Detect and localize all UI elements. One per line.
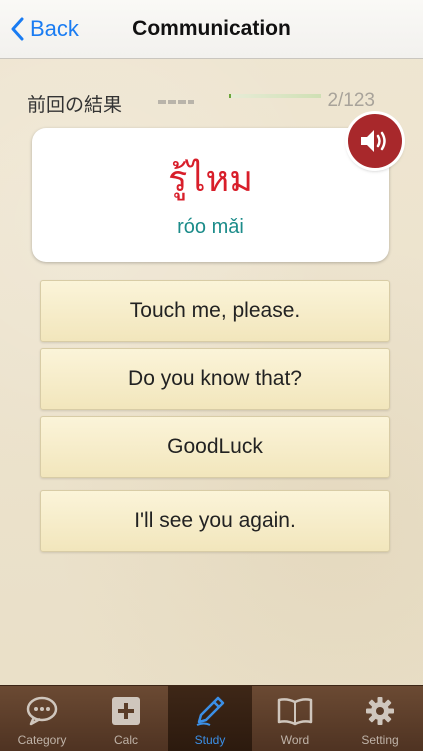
tab-setting[interactable]: Setting — [338, 686, 422, 751]
tab-word[interactable]: Word — [253, 686, 337, 751]
book-icon — [277, 698, 313, 726]
gear-icon — [366, 697, 394, 725]
romanization: róo mǎi — [177, 216, 244, 238]
tab-label: Category — [17, 733, 67, 747]
tab-label: Calc — [113, 733, 138, 747]
progress-bar — [229, 94, 321, 98]
play-audio-button[interactable] — [348, 114, 402, 168]
tab-category[interactable]: Category — [0, 686, 84, 751]
tab-label: Word — [280, 733, 310, 747]
plus-square-icon — [112, 697, 140, 725]
question-card: รู้ไหม róo mǎi — [32, 128, 389, 262]
answer-choice-4[interactable]: I'll see you again. — [40, 490, 390, 552]
page-title: Communication — [132, 17, 291, 40]
answer-choice-2[interactable]: Do you know that? — [40, 348, 390, 410]
tab-bar: Category Calc Study Word Setting — [0, 685, 423, 751]
chat-bubble-icon — [26, 696, 58, 726]
tab-label: Study — [194, 733, 226, 747]
thai-phrase: รู้ไหม — [168, 159, 253, 200]
navigation-bar: Back Communication — [0, 0, 423, 59]
previous-result-label: 前回の結果 — [27, 94, 123, 116]
pen-icon — [196, 696, 225, 726]
tab-label: Setting — [361, 733, 399, 747]
answer-choice-3[interactable]: GoodLuck — [40, 416, 390, 478]
progress-bar-fill — [229, 94, 231, 98]
question-count: 2/123 — [327, 90, 375, 111]
speaker-icon — [361, 130, 386, 152]
result-dashes — [158, 100, 194, 104]
tab-study[interactable]: Study — [168, 686, 252, 751]
tab-calc[interactable]: Calc — [84, 686, 168, 751]
answer-choice-1[interactable]: Touch me, please. — [40, 280, 390, 342]
